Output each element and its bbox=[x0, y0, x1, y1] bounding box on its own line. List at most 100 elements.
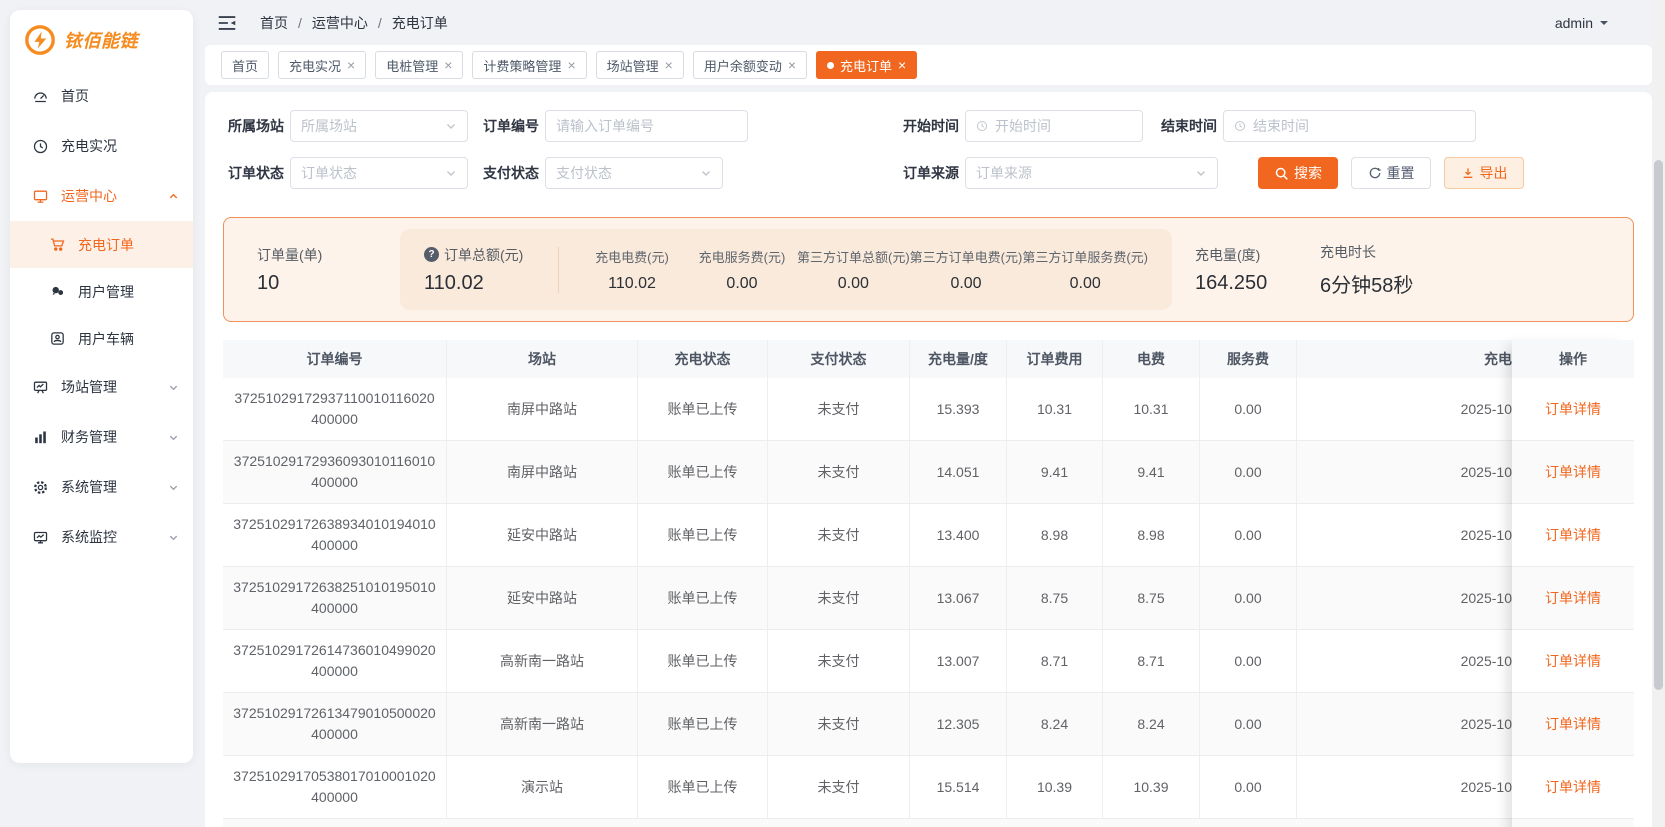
chevron-down-icon bbox=[445, 120, 457, 132]
table-row: 37251029172638251010195010400000 延安中路站 账… bbox=[223, 567, 1634, 630]
table-row: 37251029170538017010001020400000 演示站 账单已… bbox=[223, 756, 1634, 819]
divider bbox=[558, 246, 559, 293]
sidebar-item-label: 系统管理 bbox=[61, 479, 117, 495]
filter-station-label: 所属场站 bbox=[228, 118, 284, 134]
dashboard-icon bbox=[32, 88, 49, 105]
sidebar-item-user-vehicles[interactable]: 用户车辆 bbox=[10, 315, 193, 362]
pay-status-select[interactable]: 支付状态 bbox=[545, 157, 723, 189]
order-fee: 8.24 bbox=[1007, 693, 1103, 755]
breadcrumb-charging-orders[interactable]: 充电订单 bbox=[392, 13, 448, 33]
table-row: 37251029172614736010499020400000 高新南一路站 … bbox=[223, 630, 1634, 693]
order-source-select[interactable]: 订单来源 bbox=[965, 157, 1218, 189]
energy: 15.514 bbox=[910, 756, 1007, 818]
chevron-down-icon bbox=[168, 532, 179, 543]
tab-billing-strategy[interactable]: 计费策略管理 × bbox=[472, 51, 587, 79]
sidebar-item-station-management[interactable]: 场站管理 bbox=[10, 362, 193, 412]
tab-station-management[interactable]: 场站管理 × bbox=[595, 51, 684, 79]
close-icon[interactable]: × bbox=[898, 58, 906, 72]
user-menu[interactable]: admin bbox=[1555, 15, 1608, 31]
chevron-down-icon bbox=[700, 167, 712, 179]
charge-time-clipped: 2025-10 bbox=[1460, 527, 1512, 543]
close-icon[interactable]: × bbox=[788, 58, 796, 72]
end-time-picker[interactable]: 结束时间 bbox=[1223, 110, 1476, 142]
order-no: 37251029170538017010001020400000 bbox=[233, 768, 436, 805]
charge-status: 账单已上传 bbox=[638, 504, 768, 566]
stat-third-service-fee: 第三方订单服务费(元) 0.00 bbox=[1022, 247, 1148, 293]
order-status-select[interactable]: 订单状态 bbox=[290, 157, 468, 189]
sidebar-item-operations[interactable]: 运营中心 bbox=[10, 171, 193, 221]
stat-third-total: 第三方订单总额(元) 0.00 bbox=[797, 247, 910, 293]
sidebar-item-system-monitor[interactable]: 系统监控 bbox=[10, 512, 193, 562]
sidebar-item-system-management[interactable]: 系统管理 bbox=[10, 462, 193, 512]
order-detail-link[interactable]: 订单详情 bbox=[1545, 714, 1601, 734]
stat-label: 充电服务费(元) bbox=[698, 249, 786, 265]
chevron-down-icon bbox=[168, 382, 179, 393]
clock-icon bbox=[1234, 120, 1246, 132]
scrollbar-thumb[interactable] bbox=[1654, 160, 1663, 690]
export-button[interactable]: 导出 bbox=[1444, 157, 1524, 189]
stats-inner-box: ? 订单总额(元) 110.02 充电电费(元) 110.02 充电服务费(元)… bbox=[400, 229, 1172, 310]
charge-status: 账单已上传 bbox=[638, 630, 768, 692]
filter-order-source-label: 订单来源 bbox=[903, 165, 959, 181]
reset-button[interactable]: 重置 bbox=[1351, 157, 1431, 189]
filter-order-no: 订单编号 bbox=[483, 110, 748, 142]
stats-bar: 订单量(单) 10 ? 订单总额(元) 110.02 充电电费(元) 110.0… bbox=[223, 217, 1634, 322]
close-icon[interactable]: × bbox=[347, 58, 355, 72]
stat-label: 第三方订单总额(元) bbox=[797, 249, 910, 265]
start-time-picker[interactable]: 开始时间 bbox=[965, 110, 1143, 142]
sidebar-item-user-management[interactable]: 用户管理 bbox=[10, 268, 193, 315]
station-select[interactable]: 所属场站 bbox=[290, 110, 468, 142]
sidebar-item-home[interactable]: 首页 bbox=[10, 71, 193, 121]
col-charge-status: 充电状态 bbox=[638, 340, 768, 378]
pay-status: 未支付 bbox=[768, 756, 910, 818]
energy: 13.007 bbox=[910, 630, 1007, 692]
sidebar: 铱佰能链 首页 充电实况 运营中心 充电订单 用户管理 用户车辆 场站管理 财务… bbox=[10, 10, 193, 763]
charge-status: 账单已上传 bbox=[638, 693, 768, 755]
search-button[interactable]: 搜索 bbox=[1258, 157, 1338, 189]
col-order-no: 订单编号 bbox=[223, 340, 447, 378]
order-detail-link[interactable]: 订单详情 bbox=[1545, 777, 1601, 797]
filter-pay-status-label: 支付状态 bbox=[483, 165, 539, 181]
charge-time-clipped: 2025-10 bbox=[1460, 653, 1512, 669]
order-detail-link[interactable]: 订单详情 bbox=[1545, 588, 1601, 608]
service-fee: 0.00 bbox=[1200, 567, 1297, 629]
close-icon[interactable]: × bbox=[665, 58, 673, 72]
service-fee: 0.00 bbox=[1200, 504, 1297, 566]
station: 南屏中路站 bbox=[447, 378, 638, 440]
tab-label: 计费策略管理 bbox=[483, 58, 562, 74]
sidebar-item-charging-live[interactable]: 充电实况 bbox=[10, 121, 193, 171]
pay-status: 未支付 bbox=[768, 441, 910, 503]
tab-user-balance[interactable]: 用户余额变动 × bbox=[692, 51, 808, 79]
sidebar-item-finance-management[interactable]: 财务管理 bbox=[10, 412, 193, 462]
order-detail-link[interactable]: 订单详情 bbox=[1545, 525, 1601, 545]
sidebar-item-charging-orders[interactable]: 充电订单 bbox=[10, 221, 193, 268]
table-row: 37251029172936093010116010400000 南屏中路站 账… bbox=[223, 441, 1634, 504]
order-detail-link[interactable]: 订单详情 bbox=[1545, 651, 1601, 671]
col-service-fee: 服务费 bbox=[1200, 340, 1297, 378]
charge-time-clipped: 2025-10 bbox=[1460, 464, 1512, 480]
breadcrumb-home[interactable]: 首页 bbox=[260, 13, 288, 33]
close-icon[interactable]: × bbox=[567, 58, 575, 72]
chevron-down-icon bbox=[168, 432, 179, 443]
energy: 14.051 bbox=[910, 441, 1007, 503]
tab-home[interactable]: 首页 bbox=[221, 51, 270, 79]
pay-status: 未支付 bbox=[768, 630, 910, 692]
sidebar-collapse-icon[interactable] bbox=[216, 12, 238, 34]
breadcrumb: 首页 / 运营中心 / 充电订单 bbox=[260, 13, 448, 33]
breadcrumb-operations[interactable]: 运营中心 bbox=[312, 13, 368, 33]
refresh-icon bbox=[1368, 166, 1382, 180]
charge-status: 账单已上传 bbox=[638, 756, 768, 818]
order-no-input[interactable] bbox=[545, 110, 748, 142]
tab-pile-management[interactable]: 电桩管理 × bbox=[375, 51, 464, 79]
tab-charging-live[interactable]: 充电实况 × bbox=[278, 51, 367, 79]
service-fee: 0.00 bbox=[1200, 441, 1297, 503]
order-fee: 10.31 bbox=[1007, 378, 1103, 440]
brand-logo-icon bbox=[23, 23, 57, 57]
station: 演示站 bbox=[447, 756, 638, 818]
sidebar-item-label: 充电订单 bbox=[78, 236, 134, 253]
order-detail-link[interactable]: 订单详情 bbox=[1545, 399, 1601, 419]
close-icon[interactable]: × bbox=[444, 58, 452, 72]
help-icon[interactable]: ? bbox=[424, 247, 439, 262]
order-detail-link[interactable]: 订单详情 bbox=[1545, 462, 1601, 482]
tab-charging-orders[interactable]: 充电订单 × bbox=[816, 51, 918, 79]
